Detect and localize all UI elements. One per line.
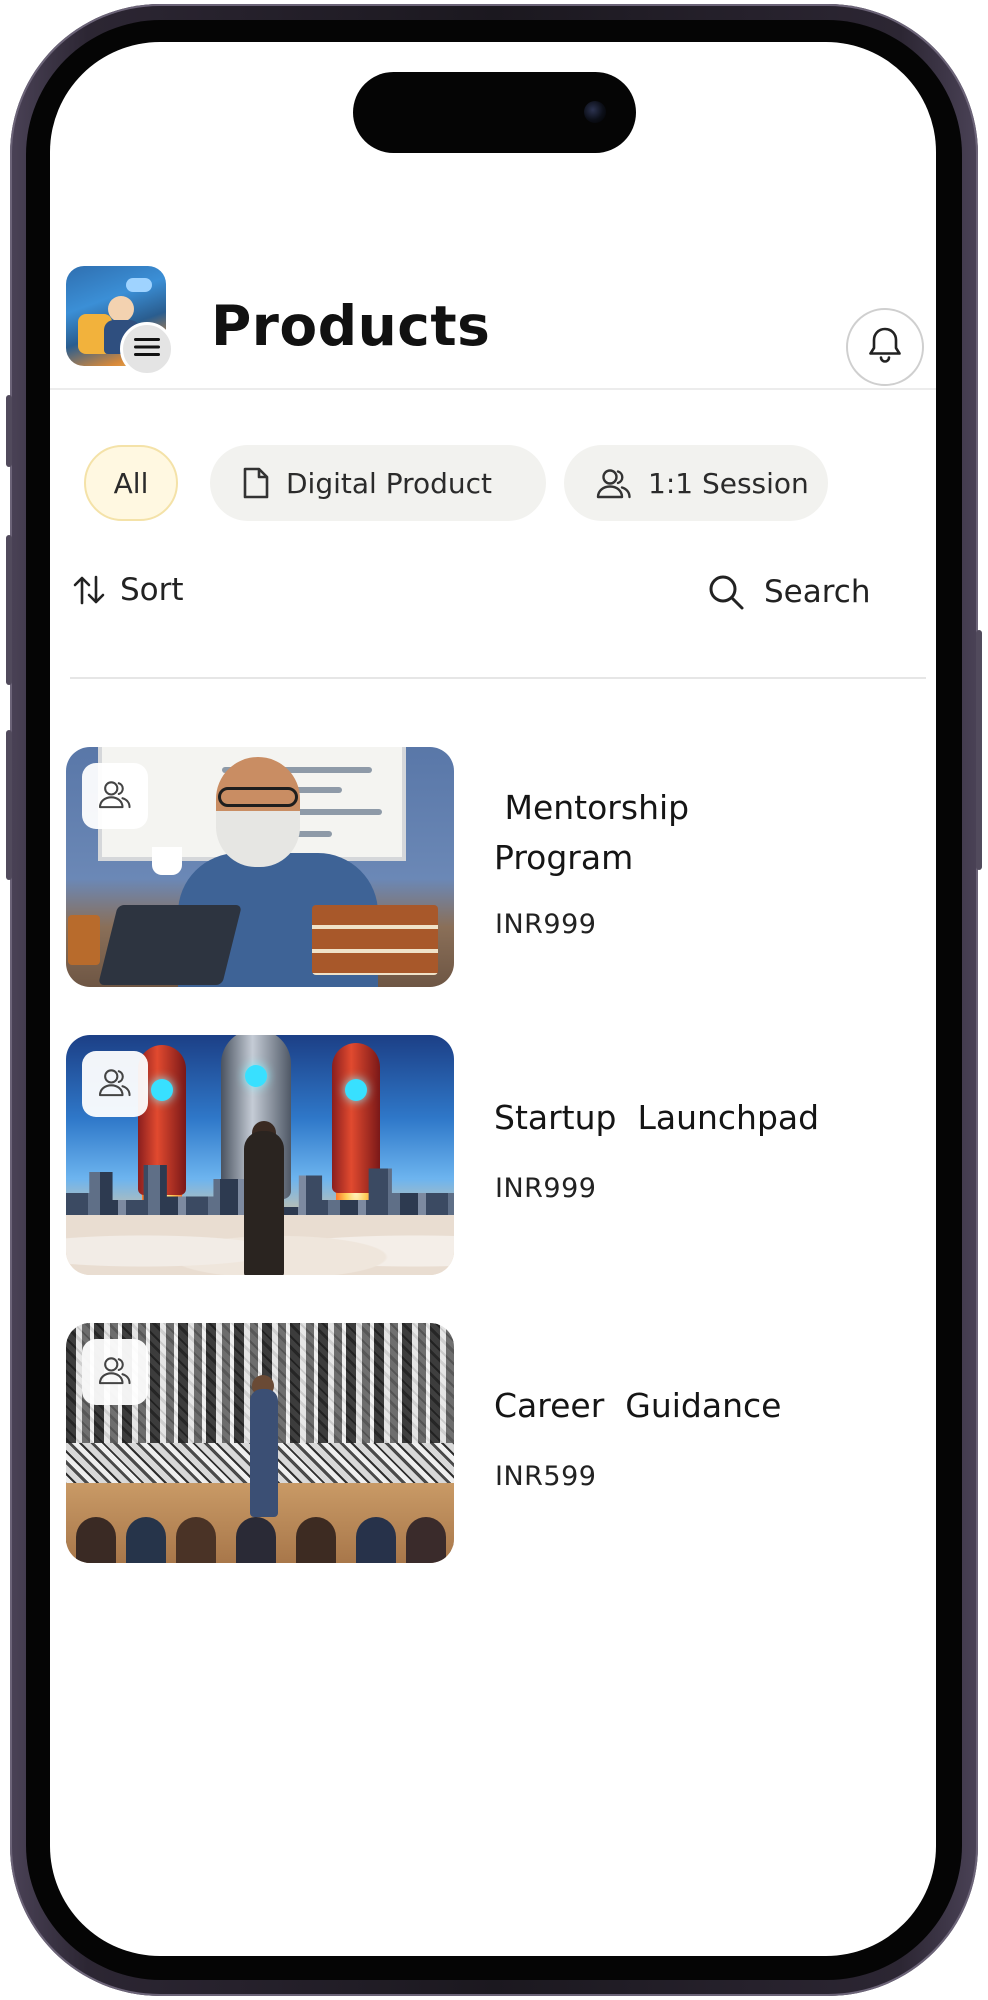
filter-chip-digital-product[interactable]: Digital Product — [210, 445, 546, 521]
product-title-line-1: Mentorship — [494, 788, 690, 827]
search-icon — [706, 572, 746, 612]
toolbar-divider — [70, 677, 926, 679]
product-thumbnail — [66, 747, 454, 987]
product-title-line-2: Program — [494, 838, 634, 877]
users-icon — [596, 467, 632, 499]
front-camera — [584, 101, 606, 123]
product-price: INR599 — [495, 1461, 597, 1492]
bell-icon — [867, 326, 903, 368]
notifications-button[interactable] — [846, 308, 924, 386]
product-price: INR999 — [495, 909, 597, 940]
app-screen: Products All Digital Product 1:1 Session — [50, 42, 936, 1956]
phone-volume-up-button — [6, 535, 12, 685]
page-title: Products — [211, 294, 491, 358]
hamburger-icon — [134, 337, 160, 361]
chip-label: All — [113, 466, 149, 500]
product-thumbnail — [66, 1323, 454, 1563]
filter-chip-all[interactable]: All — [84, 445, 178, 521]
session-type-badge — [82, 1051, 148, 1117]
search-label: Search — [764, 574, 871, 610]
search-button[interactable]: Search — [706, 572, 871, 612]
chip-label: 1:1 Session — [648, 466, 809, 500]
header-divider — [50, 388, 936, 390]
phone-action-button — [6, 395, 12, 467]
chip-label: Digital Product — [286, 466, 493, 500]
phone-power-button — [976, 630, 982, 870]
product-card-mentorship[interactable]: Mentorship Program INR999 — [50, 747, 936, 987]
product-title: Startup Launchpad — [494, 1098, 820, 1137]
users-icon — [98, 779, 132, 813]
filter-chip-1-1-session[interactable]: 1:1 Session — [564, 445, 828, 521]
users-icon — [98, 1067, 132, 1101]
product-card-startup-launchpad[interactable]: Startup Launchpad INR999 — [50, 1035, 936, 1275]
sort-label: Sort — [120, 572, 184, 608]
product-title: Mentorship Program — [494, 783, 914, 883]
product-title: Career Guidance — [494, 1386, 782, 1425]
product-card-career-guidance[interactable]: Career Guidance INR599 — [50, 1323, 936, 1563]
session-type-badge — [82, 763, 148, 829]
session-type-badge — [82, 1339, 148, 1405]
product-price: INR999 — [495, 1173, 597, 1204]
product-thumbnail — [66, 1035, 454, 1275]
sort-arrows-icon — [72, 573, 106, 607]
menu-button[interactable] — [120, 322, 174, 376]
sort-button[interactable]: Sort — [72, 572, 184, 608]
app-header: Products — [50, 252, 936, 392]
phone-volume-down-button — [6, 730, 12, 880]
profile-avatar-button[interactable] — [66, 266, 174, 376]
list-toolbar: Sort Search — [50, 572, 936, 632]
document-icon — [242, 466, 270, 500]
dynamic-island — [353, 72, 636, 153]
users-icon — [98, 1355, 132, 1389]
